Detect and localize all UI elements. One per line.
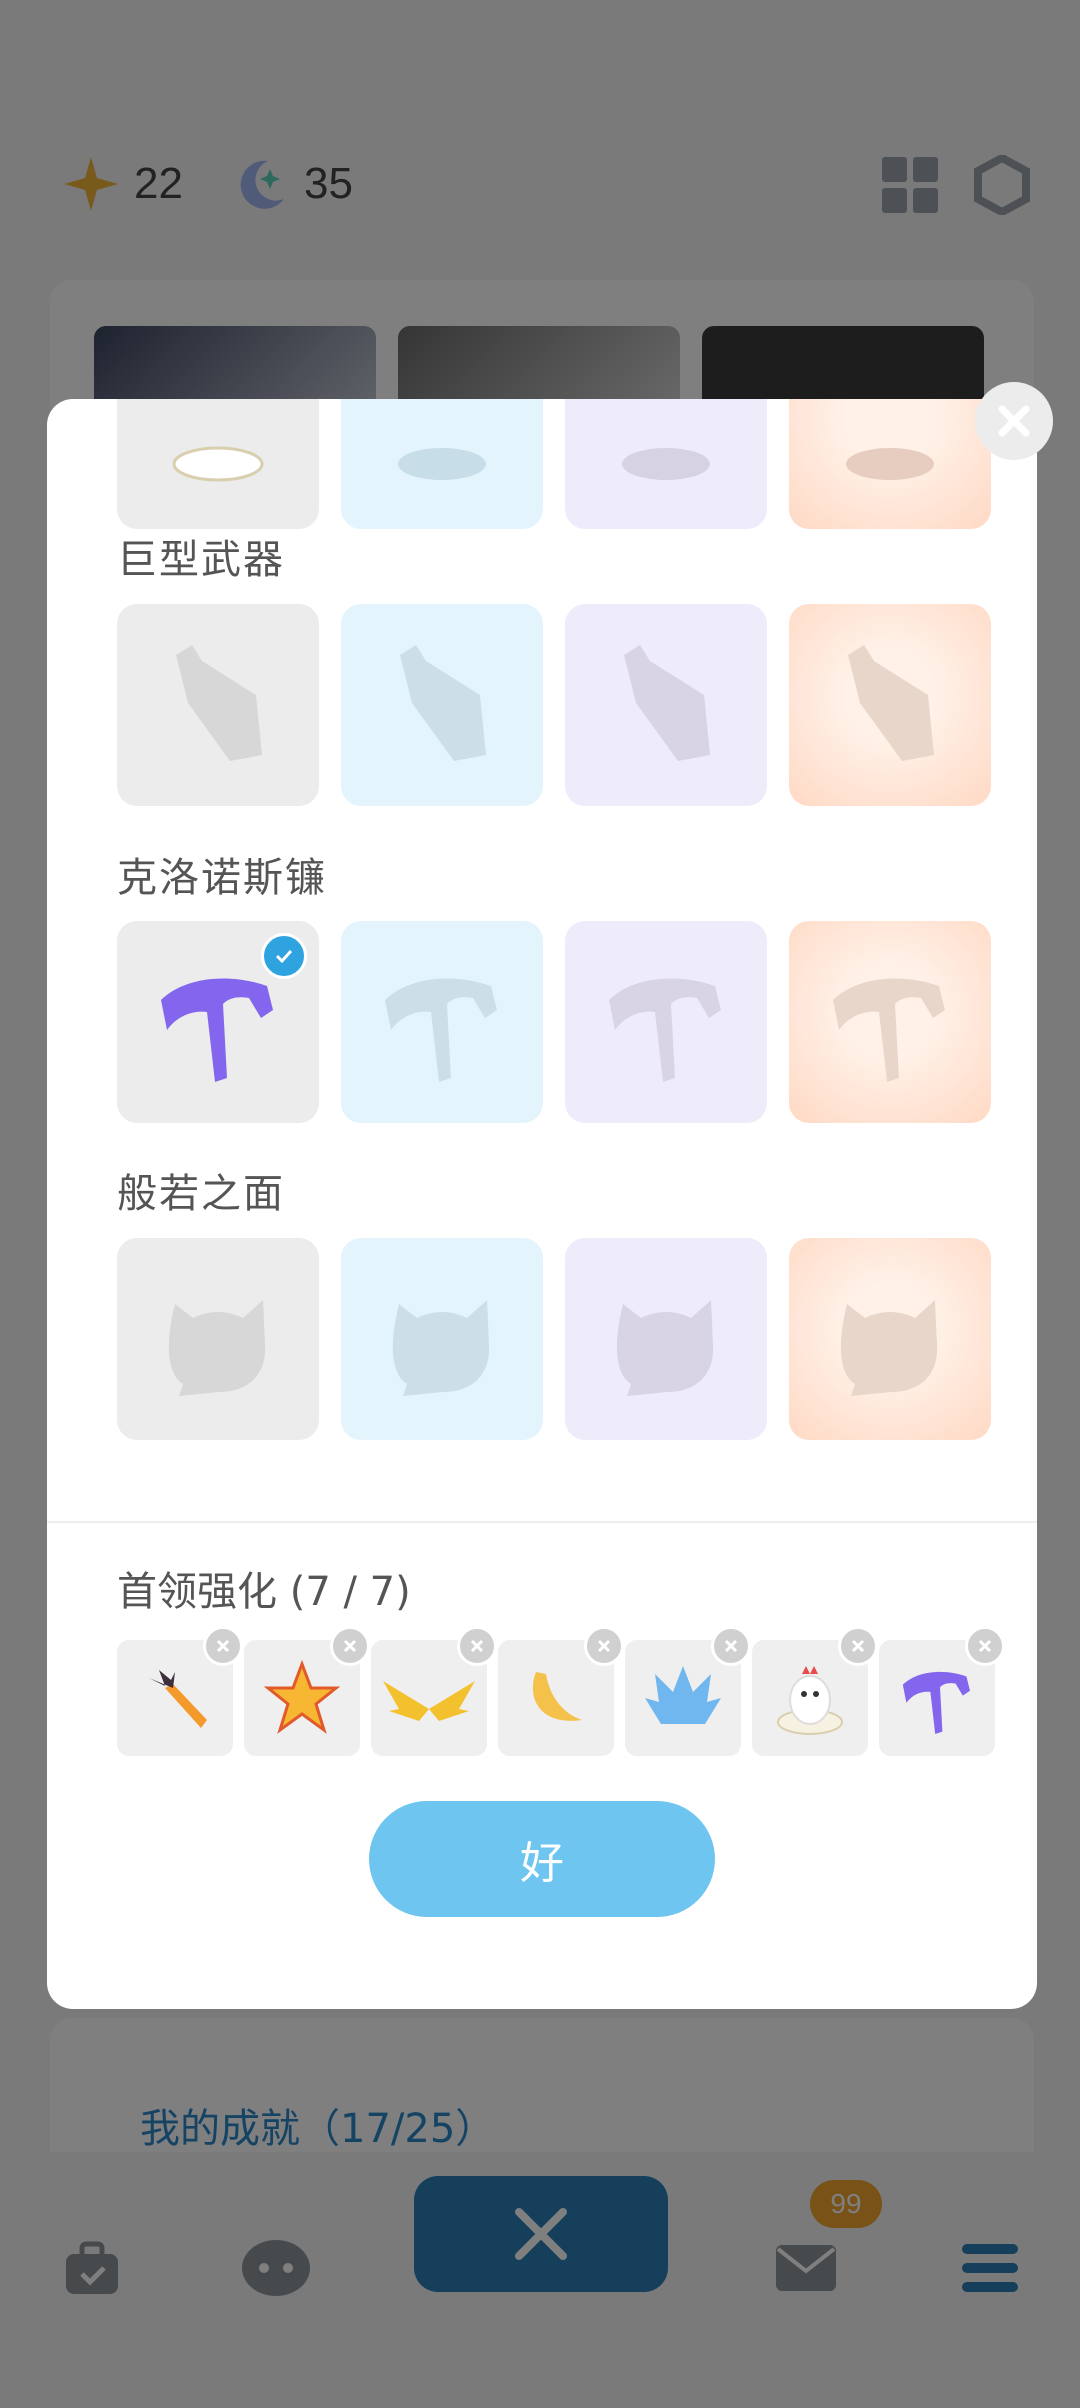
boss-item[interactable] [752, 1626, 878, 1756]
mask-silhouette-icon [392, 1300, 490, 1396]
item-tile-selected[interactable] [117, 921, 319, 1123]
scythe-silhouette-icon [833, 978, 945, 1082]
boss-item[interactable] [371, 1626, 497, 1756]
boss-item[interactable] [244, 1626, 370, 1756]
boss-item[interactable] [625, 1626, 751, 1756]
selected-check-icon [261, 933, 307, 979]
mask-silhouette-icon [616, 1300, 714, 1396]
item-tile[interactable] [789, 604, 991, 806]
section-title: 克洛诺斯镰 [117, 855, 327, 901]
divider [47, 1521, 1037, 1523]
boss-enhance-title: 首领强化 (7 / 7) [117, 1569, 411, 1615]
giant-sword-icon [624, 645, 710, 761]
chicken-icon [777, 1666, 843, 1735]
golden-wings-icon [383, 1681, 475, 1721]
blue-flower-icon [645, 1666, 721, 1724]
item-tile[interactable] [117, 1238, 319, 1440]
giant-sword-icon [848, 645, 934, 761]
item-tile[interactable] [341, 921, 543, 1123]
item-tile[interactable] [565, 921, 767, 1123]
section-title: 巨型武器 [117, 537, 285, 583]
boss-item[interactable] [117, 1626, 243, 1756]
purple-scythe-icon [161, 978, 273, 1082]
item-tile[interactable] [117, 604, 319, 806]
boss-item[interactable] [498, 1626, 624, 1756]
remove-icon[interactable] [838, 1626, 878, 1666]
scythe-silhouette-icon [609, 978, 721, 1082]
purple-scythe-icon [902, 1671, 970, 1734]
item-tile[interactable] [789, 399, 991, 529]
silhouette-icon [622, 448, 710, 480]
ok-button[interactable]: 好 [369, 1801, 715, 1917]
item-tile[interactable] [565, 604, 767, 806]
remove-icon[interactable] [457, 1626, 497, 1666]
remove-icon[interactable] [203, 1626, 243, 1666]
remove-icon[interactable] [584, 1626, 624, 1666]
star-icon [263, 1659, 341, 1734]
item-tile[interactable] [341, 399, 543, 529]
item-tile[interactable] [117, 399, 319, 529]
close-button[interactable] [975, 382, 1053, 460]
silhouette-icon [846, 448, 934, 480]
close-icon [998, 405, 1030, 437]
item-tile[interactable] [565, 399, 767, 529]
boss-item[interactable] [879, 1626, 1005, 1756]
item-tile[interactable] [341, 1238, 543, 1440]
silhouette-icon [398, 448, 486, 480]
remove-icon[interactable] [965, 1626, 1005, 1666]
remove-icon[interactable] [330, 1626, 370, 1666]
bat-sword-icon [149, 1670, 207, 1728]
item-tile[interactable] [341, 604, 543, 806]
giant-sword-icon [176, 645, 262, 761]
mask-silhouette-icon [840, 1300, 938, 1396]
item-tile[interactable] [565, 1238, 767, 1440]
item-tile[interactable] [789, 1238, 991, 1440]
remove-icon[interactable] [711, 1626, 751, 1666]
scythe-silhouette-icon [385, 978, 497, 1082]
item-tile[interactable] [789, 921, 991, 1123]
banana-icon [532, 1672, 582, 1721]
section-title: 般若之面 [117, 1171, 285, 1217]
mask-silhouette-icon [168, 1300, 266, 1396]
chicken-silhouette-icon [172, 446, 264, 482]
giant-sword-icon [400, 645, 486, 761]
boss-modal: 巨型武器 克洛诺斯镰 般若之面 首领强化 (7 / 7) 好 [47, 399, 1037, 2009]
